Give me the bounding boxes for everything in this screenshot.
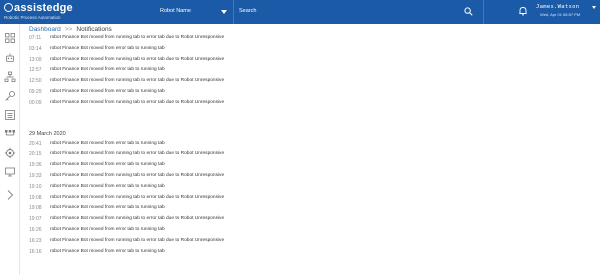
notification-row: 20:15 robot Finance Bot moved from runnin…	[29, 150, 589, 161]
user-menu[interactable]: James.Watson Wed, Apr 01 06:57 PM	[536, 4, 596, 22]
expand-chevron-icon[interactable]	[4, 189, 16, 201]
notification-message: robot Finance Bot moved from running tab…	[50, 172, 225, 178]
notification-message: robot Finance Bot moved from running tab…	[50, 151, 225, 157]
notification-row: 12:50 robot Finance Bot moved from runnin…	[29, 77, 589, 88]
robot-icon[interactable]	[4, 52, 16, 64]
notification-row: 16:26 robot Finance Bot moved from error …	[29, 226, 589, 237]
notification-time: 16:23	[29, 237, 42, 244]
search-icon[interactable]	[464, 7, 473, 16]
notification-message: robot Finance Bot moved from error tab t…	[50, 67, 165, 73]
notification-message: robot Finance Bot moved from error tab t…	[50, 205, 165, 211]
breadcrumb: Dashboard >> Notifications	[29, 26, 112, 33]
dashboard-grid-icon[interactable]	[4, 32, 16, 44]
notification-row: 19:36 robot Finance Bot moved from error …	[29, 161, 589, 172]
notification-message: robot Finance Bot moved from error tab t…	[50, 226, 165, 232]
notification-time: 20:15	[29, 151, 42, 158]
top-header-bar: assistedge Robotic Process Automation Ro…	[0, 0, 600, 24]
notification-time: 19:36	[29, 162, 42, 169]
user-datetime: Wed, Apr 01 06:57 PM	[540, 12, 581, 17]
notification-time: 12:57	[29, 67, 42, 74]
notification-message: robot Finance Bot moved from error tab t…	[50, 45, 165, 51]
logo-subtitle: Robotic Process Automation	[4, 15, 61, 20]
notification-row: 07:11 robot Finance Bot moved from runnin…	[29, 34, 589, 45]
notification-message: robot Finance Bot moved from running tab…	[50, 237, 225, 243]
workflow-icon[interactable]	[4, 128, 16, 140]
notification-message: robot Finance Bot moved from error tab t…	[50, 140, 165, 146]
sidebar	[0, 24, 20, 275]
notification-time: 20:41	[29, 140, 42, 147]
notification-row: 19:10 robot Finance Bot moved from error …	[29, 183, 589, 194]
org-hierarchy-icon[interactable]	[4, 71, 16, 83]
robot-dropdown-label: Robot Name	[160, 8, 191, 14]
robot-name-dropdown[interactable]: Robot Name	[112, 0, 234, 24]
settings-icon[interactable]	[4, 147, 16, 159]
notification-row: 19:08 robot Finance Bot moved from error …	[29, 204, 589, 215]
notification-time: 07:11	[29, 35, 42, 41]
search-placeholder: Search	[239, 8, 257, 14]
assistedge-logo[interactable]: assistedge Robotic Process Automation	[4, 2, 84, 22]
notification-time: 19:07	[29, 216, 42, 223]
notification-row: 16:16 robot Finance Bot moved from error …	[29, 248, 589, 259]
chevron-down-icon	[221, 10, 227, 14]
notification-row: 20:41 robot Finance Bot moved from error …	[29, 140, 589, 151]
notification-time: 13:09	[29, 56, 42, 63]
notification-message: robot Finance Bot moved from running tab…	[50, 35, 225, 40]
chevron-down-icon	[592, 6, 596, 9]
notification-row: 19:07 robot Finance Bot moved from runnin…	[29, 215, 589, 226]
monitor-icon[interactable]	[4, 166, 16, 178]
notification-row: 13:09 robot Finance Bot moved from runnin…	[29, 56, 589, 67]
list-icon[interactable]	[4, 109, 16, 121]
notifications-list: 07:11 robot Finance Bot moved from runnin…	[29, 34, 589, 258]
notification-message: robot Finance Bot moved from error tab t…	[50, 248, 165, 254]
notification-time: 19:33	[29, 172, 42, 179]
notification-message: robot Finance Bot moved from running tab…	[50, 216, 225, 222]
notification-time: 19:10	[29, 183, 42, 190]
notification-message: robot Finance Bot moved from running tab…	[50, 99, 225, 105]
date-group-header: 29 March 2020	[29, 130, 66, 137]
notification-row: 00:09 robot Finance Bot moved from runnin…	[29, 99, 589, 110]
notification-message: robot Finance Bot moved from running tab…	[50, 56, 225, 62]
notification-row: 03:14 robot Finance Bot moved from error …	[29, 45, 589, 56]
notification-time: 16:16	[29, 248, 42, 255]
breadcrumb-separator: >>	[64, 26, 73, 33]
notification-message: robot Finance Bot moved from error tab t…	[50, 183, 165, 189]
notification-row: 19:08 robot Finance Bot moved from runnin…	[29, 194, 589, 205]
notification-time: 09:29	[29, 88, 42, 95]
key-icon[interactable]	[4, 90, 16, 102]
notification-row: 12:57 robot Finance Bot moved from error …	[29, 66, 589, 77]
notification-row: 19:33 robot Finance Bot moved from runnin…	[29, 172, 589, 183]
breadcrumb-dashboard-link[interactable]: Dashboard	[29, 26, 61, 33]
notification-time: 16:26	[29, 226, 42, 233]
breadcrumb-current: Notifications	[76, 26, 112, 33]
logo-wordmark: assistedge	[4, 2, 73, 14]
notification-message: robot Finance Bot moved from running tab…	[50, 78, 225, 84]
notification-time: 19:08	[29, 194, 42, 201]
user-name: James.Watson	[536, 4, 580, 10]
notification-time: 19:08	[29, 205, 42, 212]
notification-time: 03:14	[29, 45, 42, 52]
search-input[interactable]: Search	[234, 0, 484, 24]
notification-message: robot Finance Bot moved from error tab t…	[50, 162, 165, 168]
notification-message: robot Finance Bot moved from error tab t…	[50, 88, 165, 94]
notification-time: 00:09	[29, 99, 42, 106]
notification-bell-icon[interactable]	[518, 6, 528, 16]
notification-message: robot Finance Bot moved from running tab…	[50, 194, 225, 200]
notification-row: 16:23 robot Finance Bot moved from runnin…	[29, 237, 589, 248]
notification-row: 09:29 robot Finance Bot moved from error …	[29, 88, 589, 99]
notification-time: 12:50	[29, 78, 42, 85]
